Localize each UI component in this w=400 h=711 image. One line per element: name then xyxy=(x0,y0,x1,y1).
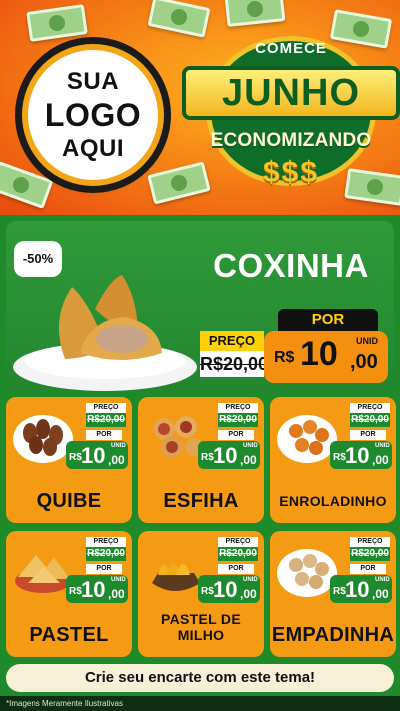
new-price-box: R$ 10 UNID ,00 xyxy=(330,575,392,603)
money-bill-icon xyxy=(147,0,211,38)
new-price-box: R$ 10 UNID ,00 xyxy=(330,441,392,469)
currency-symbol: R$ xyxy=(69,452,82,463)
product-card: PREÇO R$20,00 POR R$ 10 UNID ,00 QUIBE xyxy=(6,397,132,523)
new-price-box: R$ 10 UNID ,00 xyxy=(198,441,260,469)
disclaimer-text: *Imagens Meramente Ilustrativas xyxy=(0,696,400,711)
promo-header: SUA LOGO AQUI COMECE JUNHO ECONOMIZANDO … xyxy=(0,0,400,215)
old-price-value: R$20,00 xyxy=(86,413,126,427)
old-price-value: R$20,00 xyxy=(218,547,258,561)
logo-line-2: LOGO xyxy=(44,97,142,133)
product-card: PREÇO R$20,00 POR R$ 10 UNID ,00 EMPADINHA xyxy=(270,531,396,657)
product-name: ESFIHA xyxy=(163,490,239,512)
currency-symbol: R$ xyxy=(69,586,82,597)
product-card: PREÇO R$20,00 POR R$ 10 UNID ,00 PASTEL xyxy=(6,531,132,657)
new-price-label: POR xyxy=(86,564,122,574)
new-price-label: POR xyxy=(350,430,386,440)
price-integer: 10 xyxy=(300,335,338,373)
new-price-label: POR xyxy=(218,564,254,574)
price-decimal: ,00 xyxy=(240,453,257,467)
unit-label: UNID xyxy=(356,336,378,346)
main-offer-card: -50% COXINHA PREÇO R$20,00 POR R$ 10 UNI… xyxy=(6,221,394,391)
price-decimal: ,00 xyxy=(372,453,389,467)
logo-placeholder: SUA LOGO AQUI xyxy=(22,44,164,186)
product-card: PREÇO R$20,00 POR R$ 10 UNID ,00 PASTEL DE MILH… xyxy=(138,531,264,657)
product-name: QUIBE xyxy=(36,490,102,512)
old-price-label: PREÇO xyxy=(350,537,390,547)
main-product-name: COXINHA xyxy=(213,247,369,284)
price-integer: 10 xyxy=(345,443,370,468)
currency-symbol: R$ xyxy=(333,586,346,597)
product-card: PREÇO R$20,00 POR R$ 10 UNID ,00 ENROLADINHO xyxy=(270,397,396,523)
price-integer: 10 xyxy=(213,577,238,602)
price-decimal: ,00 xyxy=(372,587,389,601)
old-price-label: PREÇO xyxy=(218,537,258,547)
money-bill-icon xyxy=(26,4,88,42)
old-price-value: R$20,00 xyxy=(218,413,258,427)
discount-badge: -50% xyxy=(14,241,62,277)
new-price-box: R$ 10 UNID ,00 xyxy=(198,575,260,603)
promo-bottom-text: ECONOMIZANDO xyxy=(210,130,372,151)
unit-label: UNID xyxy=(375,577,390,583)
old-price-label: PREÇO xyxy=(86,403,126,413)
promo-top-text: COMECE xyxy=(255,40,327,57)
currency-symbol: R$ xyxy=(333,452,346,463)
unit-label: UNID xyxy=(243,443,258,449)
old-price-label: PREÇO xyxy=(86,537,126,547)
unit-label: UNID xyxy=(111,443,126,449)
old-price-value: R$20,00 xyxy=(86,547,126,561)
product-name: ENROLADINHO xyxy=(279,493,387,509)
promo-month: JUNHO xyxy=(182,66,400,120)
new-price-box: R$ 10 UNID ,00 xyxy=(66,441,128,469)
old-price-label: PREÇO xyxy=(200,331,264,351)
price-decimal: ,00 xyxy=(240,587,257,601)
price-decimal: ,00 xyxy=(108,587,125,601)
promo-badge: COMECE JUNHO ECONOMIZANDO $$$ xyxy=(182,36,400,189)
new-price-label: POR xyxy=(278,309,378,331)
old-price-label: PREÇO xyxy=(218,403,258,413)
money-bill-icon xyxy=(224,0,286,27)
product-name: EMPADINHA xyxy=(271,624,395,646)
logo-line-1: SUA xyxy=(66,68,120,95)
old-price-box: PREÇO R$20,00 xyxy=(200,331,268,377)
price-integer: 10 xyxy=(213,443,238,468)
cta-banner[interactable]: Crie seu encarte com este tema! xyxy=(6,664,394,692)
unit-label: UNID xyxy=(111,577,126,583)
price-integer: 10 xyxy=(81,577,106,602)
currency-symbol: R$ xyxy=(274,349,295,366)
old-price-value: R$20,00 xyxy=(350,413,390,427)
old-price-value: R$20,00 xyxy=(200,351,268,377)
logo-line-3: AQUI xyxy=(62,135,124,162)
price-integer: 10 xyxy=(81,443,106,468)
price-decimal: ,00 xyxy=(108,453,125,467)
new-price-label: POR xyxy=(350,564,386,574)
price-decimal: ,00 xyxy=(350,351,378,373)
new-price-box: R$ 10 UNID ,00 xyxy=(264,331,388,383)
old-price-value: R$20,00 xyxy=(350,547,390,561)
unit-label: UNID xyxy=(243,577,258,583)
old-price-label: PREÇO xyxy=(350,403,390,413)
money-symbols: $$$ xyxy=(262,156,320,189)
new-price-label: POR xyxy=(86,430,122,440)
product-card: PREÇO R$20,00 POR R$ 10 UNID ,00 ESFIHA xyxy=(138,397,264,523)
price-integer: 10 xyxy=(345,577,370,602)
product-name: PASTEL xyxy=(29,624,109,646)
unit-label: UNID xyxy=(375,443,390,449)
new-price-label: POR xyxy=(218,430,254,440)
currency-symbol: R$ xyxy=(201,452,214,463)
new-price-box: R$ 10 UNID ,00 xyxy=(66,575,128,603)
currency-symbol: R$ xyxy=(201,586,214,597)
product-name: PASTEL DE MILHO xyxy=(161,611,241,643)
